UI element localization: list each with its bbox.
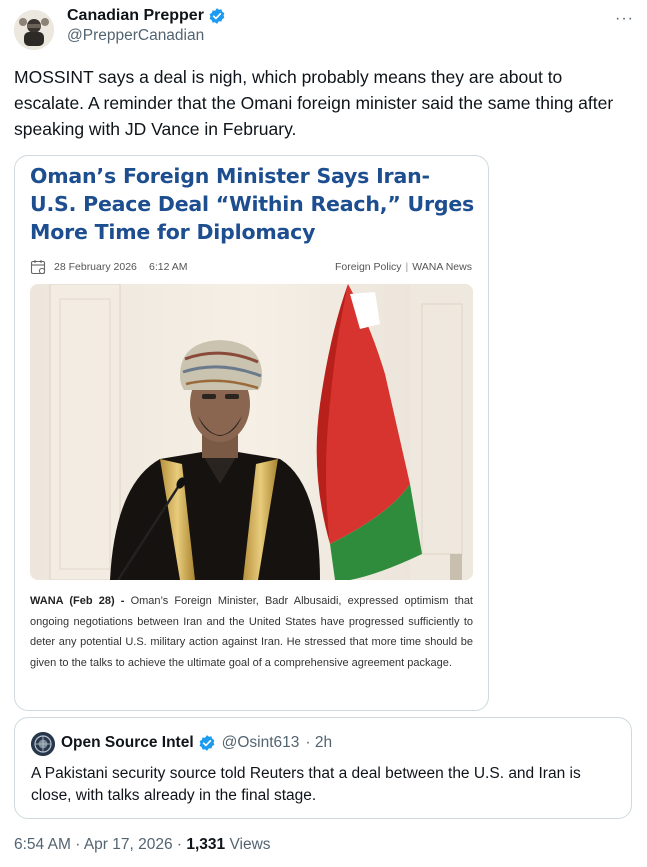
views-count[interactable]: 1,331 — [186, 836, 225, 853]
article-photo — [30, 284, 473, 580]
article-source: WANA News — [412, 261, 472, 273]
author-name-row: Canadian Prepper — [67, 7, 226, 25]
article-body-lead: WANA (Feb 28) - — [30, 595, 125, 607]
article-date: 28 February 2026 — [54, 261, 137, 273]
author-display-name[interactable]: Canadian Prepper — [67, 7, 204, 25]
tweet-time[interactable]: 6:54 AM — [14, 836, 71, 853]
quoted-verified-badge-icon — [198, 734, 216, 752]
article-image-card[interactable]: Oman’s Foreign Minister Says Iran-U.S. P… — [14, 155, 489, 711]
quoted-header: Open Source Intel @Osint613 · 2h — [61, 734, 332, 752]
footer-separator: · — [176, 836, 183, 853]
tweet-date[interactable]: Apr 17, 2026 — [84, 836, 173, 853]
tweet-text: MOSSINT says a deal is nigh, which proba… — [14, 67, 614, 139]
quoted-handle[interactable]: @Osint613 — [222, 734, 300, 752]
footer-separator: · — [75, 836, 81, 853]
article-time: 6:12 AM — [149, 261, 188, 273]
meta-separator: | — [405, 261, 409, 273]
article-body: WANA (Feb 28) - Oman’s Foreign Minister,… — [30, 591, 473, 673]
quoted-tweet-text: A Pakistani security source told Reuters… — [31, 765, 581, 804]
tweet-header: Canadian Prepper @PrepperCanadian ··· — [14, 4, 634, 50]
quoted-author-avatar[interactable] — [31, 732, 55, 756]
author-avatar[interactable] — [14, 10, 54, 50]
article-category: Foreign Policy — [335, 261, 402, 273]
article-title: Oman’s Foreign Minister Says Iran-U.S. P… — [30, 164, 475, 244]
quoted-tweet-card[interactable]: Open Source Intel @Osint613 · 2h A Pakis… — [14, 717, 632, 819]
author-handle[interactable]: @PrepperCanadian — [67, 27, 204, 45]
tweet-footer: 6:54 AM · Apr 17, 2026 · 1,331 Views — [14, 836, 271, 854]
quoted-display-name[interactable]: Open Source Intel — [61, 734, 194, 752]
article-source-line: Foreign Policy | WANA News — [335, 261, 472, 273]
quoted-time-ago[interactable]: · 2h — [305, 734, 332, 752]
calendar-icon — [30, 259, 46, 275]
views-label[interactable]: Views — [229, 836, 270, 853]
article-meta-row: 28 February 2026 6:12 AM Foreign Policy |… — [30, 259, 472, 275]
more-icon[interactable]: ··· — [615, 10, 634, 28]
verified-badge-icon — [208, 7, 226, 25]
